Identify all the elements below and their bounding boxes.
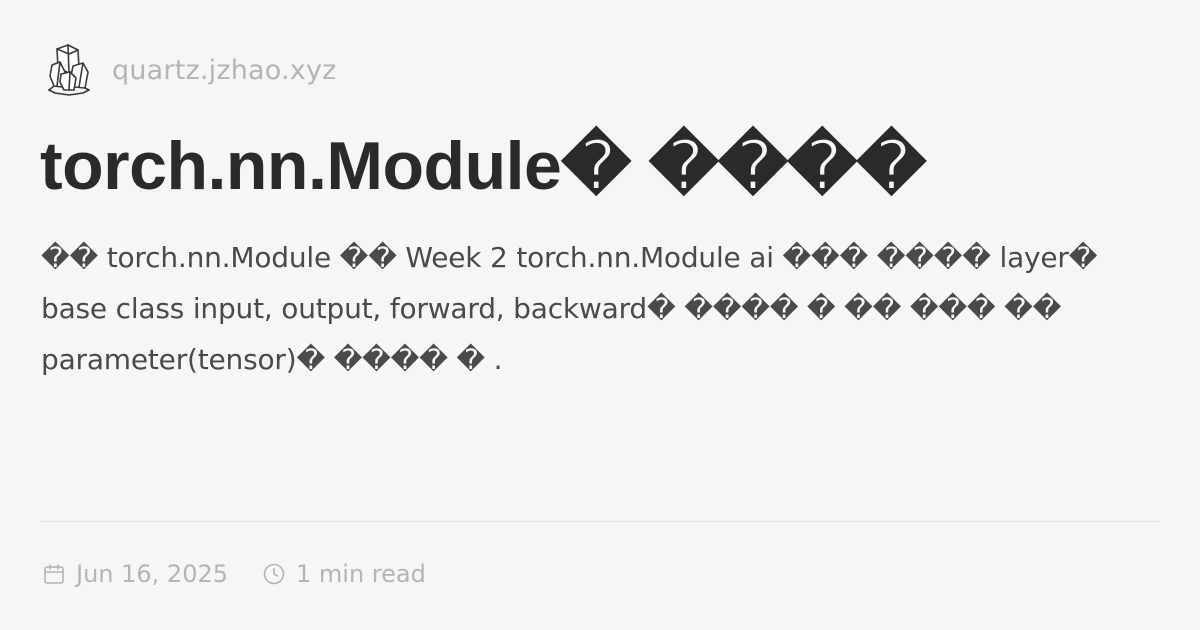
publish-date: Jun 16, 2025 xyxy=(76,560,229,588)
site-header: quartz.jzhao.xyz xyxy=(44,40,337,100)
date-meta: Jun 16, 2025 xyxy=(42,560,228,588)
reading-time-meta: 1 min read xyxy=(262,560,426,588)
meta-row: Jun 16, 2025 1 min read xyxy=(42,558,426,590)
page-description: �� torch.nn.Module �� Week 2 torch.nn.Mo… xyxy=(41,241,1098,376)
clock-icon xyxy=(263,563,285,585)
site-domain: quartz.jzhao.xyz xyxy=(112,54,337,86)
page-title: torch.nn.Module� ���� xyxy=(40,128,926,204)
reading-time: 1 min read xyxy=(296,560,426,588)
divider xyxy=(40,521,1160,522)
quartz-crystal-icon xyxy=(48,44,90,96)
calendar-icon xyxy=(44,564,64,584)
